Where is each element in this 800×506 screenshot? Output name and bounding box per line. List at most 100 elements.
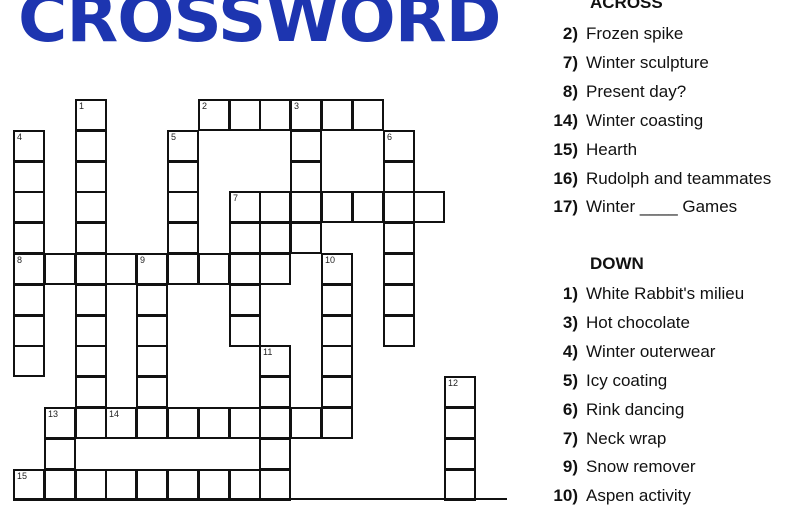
grid-cell[interactable] [75, 253, 107, 285]
grid-cell[interactable] [229, 253, 261, 285]
grid-cell[interactable] [13, 161, 45, 193]
grid-cell[interactable] [13, 345, 45, 377]
grid-cell[interactable] [229, 469, 261, 501]
grid-cell[interactable] [167, 161, 199, 193]
down-clue[interactable]: 5) Icy coating [538, 371, 667, 391]
grid-cell[interactable] [321, 407, 353, 439]
grid-cell[interactable] [383, 253, 415, 285]
across-clue[interactable]: 7) Winter sculpture [538, 53, 709, 73]
grid-cell[interactable] [75, 191, 107, 223]
grid-cell[interactable]: 6 [383, 130, 415, 162]
grid-cell[interactable] [44, 438, 76, 470]
down-clue[interactable]: 10) Aspen activity [538, 486, 690, 506]
grid-cell[interactable] [383, 315, 415, 347]
grid-cell[interactable] [413, 191, 445, 223]
grid-cell[interactable] [167, 407, 199, 439]
down-clue[interactable]: 9) Snow remover [538, 457, 696, 477]
grid-cell[interactable] [259, 191, 291, 223]
grid-cell[interactable] [290, 191, 322, 223]
grid-cell[interactable] [259, 99, 291, 131]
grid-cell[interactable] [44, 253, 76, 285]
grid-cell[interactable] [13, 315, 45, 347]
across-clue[interactable]: 8) Present day? [538, 82, 686, 102]
grid-cell[interactable] [75, 345, 107, 377]
grid-cell[interactable] [75, 130, 107, 162]
grid-cell[interactable]: 12 [444, 376, 476, 408]
grid-cell[interactable]: 3 [290, 99, 322, 131]
grid-cell[interactable] [75, 284, 107, 316]
grid-cell[interactable] [259, 222, 291, 254]
grid-cell[interactable] [383, 222, 415, 254]
grid-cell[interactable] [136, 315, 168, 347]
grid-cell[interactable] [383, 191, 415, 223]
across-clue[interactable]: 15) Hearth [538, 140, 637, 160]
grid-cell[interactable] [259, 438, 291, 470]
grid-cell[interactable] [75, 222, 107, 254]
grid-cell[interactable] [321, 315, 353, 347]
grid-cell[interactable] [259, 253, 291, 285]
grid-cell[interactable] [136, 376, 168, 408]
grid-cell[interactable]: 10 [321, 253, 353, 285]
grid-cell[interactable] [75, 469, 107, 501]
grid-cell[interactable] [444, 469, 476, 501]
grid-cell[interactable] [229, 407, 261, 439]
grid-cell[interactable] [321, 345, 353, 377]
grid-cell[interactable]: 7 [229, 191, 261, 223]
grid-cell[interactable] [13, 191, 45, 223]
grid-cell[interactable] [44, 469, 76, 501]
grid-cell[interactable] [321, 284, 353, 316]
grid-cell[interactable] [290, 407, 322, 439]
grid-cell[interactable] [75, 407, 107, 439]
grid-cell[interactable] [167, 222, 199, 254]
grid-cell[interactable] [13, 222, 45, 254]
grid-cell[interactable] [229, 222, 261, 254]
grid-cell[interactable] [198, 407, 230, 439]
grid-cell[interactable]: 13 [44, 407, 76, 439]
grid-cell[interactable] [198, 253, 230, 285]
grid-cell[interactable]: 5 [167, 130, 199, 162]
grid-cell[interactable] [167, 469, 199, 501]
grid-cell[interactable] [444, 438, 476, 470]
grid-cell[interactable] [352, 99, 384, 131]
grid-cell[interactable] [321, 99, 353, 131]
grid-cell[interactable] [105, 253, 137, 285]
grid-cell[interactable] [444, 407, 476, 439]
grid-cell[interactable] [259, 376, 291, 408]
grid-cell[interactable] [383, 284, 415, 316]
grid-cell[interactable] [290, 161, 322, 193]
grid-cell[interactable] [136, 345, 168, 377]
grid-cell[interactable] [229, 315, 261, 347]
grid-cell[interactable] [259, 407, 291, 439]
grid-cell[interactable] [13, 284, 45, 316]
grid-cell[interactable] [229, 99, 261, 131]
grid-cell[interactable] [321, 191, 353, 223]
across-clue[interactable]: 2) Frozen spike [538, 24, 683, 44]
grid-cell[interactable] [75, 315, 107, 347]
grid-cell[interactable] [198, 469, 230, 501]
grid-cell[interactable] [75, 376, 107, 408]
grid-cell[interactable] [167, 253, 199, 285]
down-clue[interactable]: 4) Winter outerwear [538, 342, 716, 362]
grid-cell[interactable] [290, 222, 322, 254]
grid-cell[interactable]: 14 [105, 407, 137, 439]
grid-cell[interactable] [352, 191, 384, 223]
down-clue[interactable]: 3) Hot chocolate [538, 313, 690, 333]
grid-cell[interactable] [259, 469, 291, 501]
across-clue[interactable]: 14) Winter coasting [538, 111, 703, 131]
grid-cell[interactable] [136, 407, 168, 439]
grid-cell[interactable] [167, 191, 199, 223]
grid-cell[interactable] [105, 469, 137, 501]
across-clue[interactable]: 17) Winter ____ Games [538, 197, 737, 217]
grid-cell[interactable] [136, 284, 168, 316]
grid-cell[interactable]: 4 [13, 130, 45, 162]
grid-cell[interactable] [290, 130, 322, 162]
down-clue[interactable]: 1) White Rabbit's milieu [538, 284, 744, 304]
grid-cell[interactable]: 9 [136, 253, 168, 285]
grid-cell[interactable] [75, 161, 107, 193]
grid-cell[interactable] [383, 161, 415, 193]
across-clue[interactable]: 16) Rudolph and teammates [538, 169, 771, 189]
grid-cell[interactable] [229, 284, 261, 316]
grid-cell[interactable] [321, 376, 353, 408]
grid-cell[interactable]: 1 [75, 99, 107, 131]
grid-cell[interactable]: 2 [198, 99, 230, 131]
